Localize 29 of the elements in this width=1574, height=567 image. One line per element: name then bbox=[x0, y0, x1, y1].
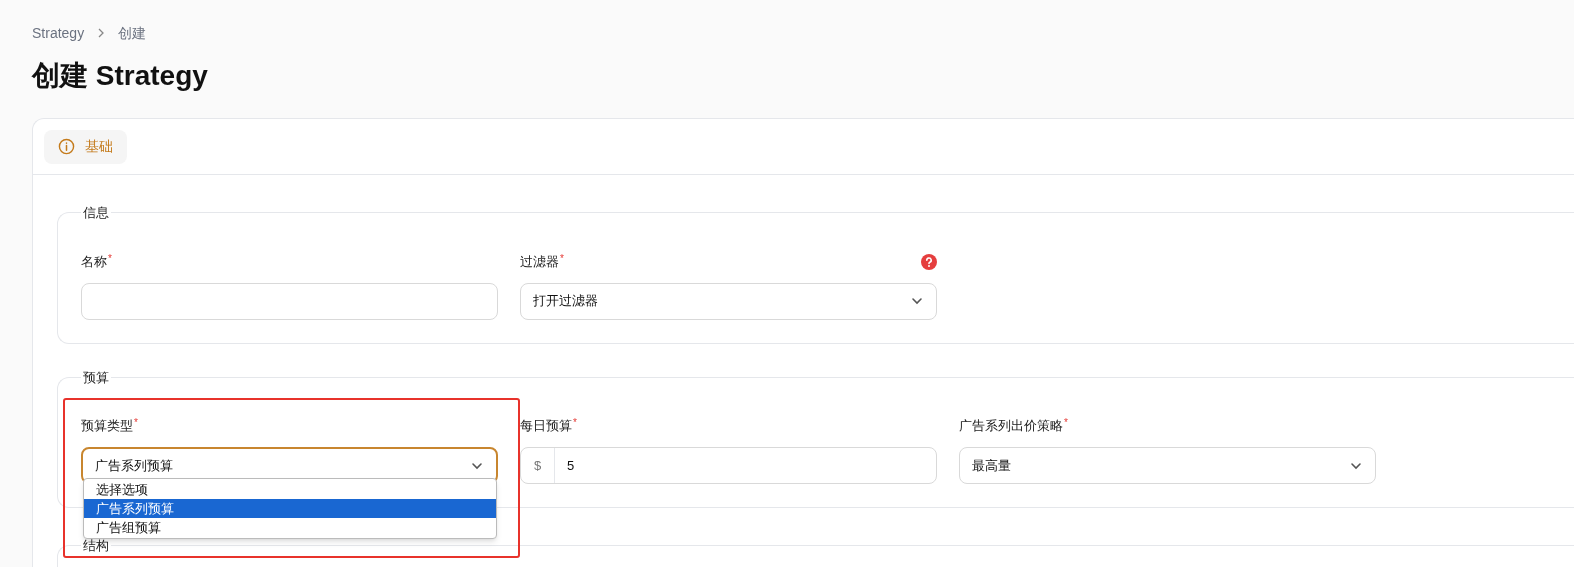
field-label: 广告系列出价策略 bbox=[959, 417, 1063, 436]
section-legend: 结构 bbox=[81, 536, 111, 556]
required-mark: * bbox=[108, 251, 112, 266]
select-value: 打开过滤器 bbox=[533, 292, 598, 311]
section-legend: 预算 bbox=[81, 367, 111, 387]
required-mark: * bbox=[573, 416, 577, 430]
page-title: 创建 Strategy bbox=[32, 59, 209, 93]
input-value: 5 bbox=[566, 456, 576, 475]
required-mark: * bbox=[1064, 416, 1068, 430]
select-field[interactable]: 打开过滤器 bbox=[520, 282, 937, 320]
currency-prefix: $ bbox=[521, 448, 555, 483]
field-label: 预算类型 bbox=[81, 417, 133, 436]
select-value: 最高量 bbox=[972, 456, 1011, 475]
info-icon bbox=[58, 138, 75, 155]
select-value: 广告系列预算 bbox=[95, 456, 173, 475]
breadcrumb-link[interactable]: Strategy bbox=[32, 22, 85, 44]
help-icon[interactable] bbox=[921, 253, 937, 270]
dropdown-option[interactable]: 广告系列预算 bbox=[84, 499, 496, 518]
field-label: 过滤器 bbox=[520, 252, 559, 271]
section-legend: 信息 bbox=[81, 203, 111, 223]
field-label: 每日预算 bbox=[520, 417, 572, 436]
input-field[interactable] bbox=[81, 282, 498, 320]
input-field[interactable]: $ 5 bbox=[520, 447, 937, 484]
breadcrumb-link[interactable]: 创建 bbox=[118, 22, 147, 44]
field-label: 名称 bbox=[81, 252, 107, 271]
dropdown-option[interactable]: 广告组预算 bbox=[84, 518, 496, 537]
required-mark: * bbox=[560, 251, 564, 266]
select-field[interactable]: 最高量 bbox=[959, 447, 1376, 484]
required-mark: * bbox=[134, 416, 138, 430]
